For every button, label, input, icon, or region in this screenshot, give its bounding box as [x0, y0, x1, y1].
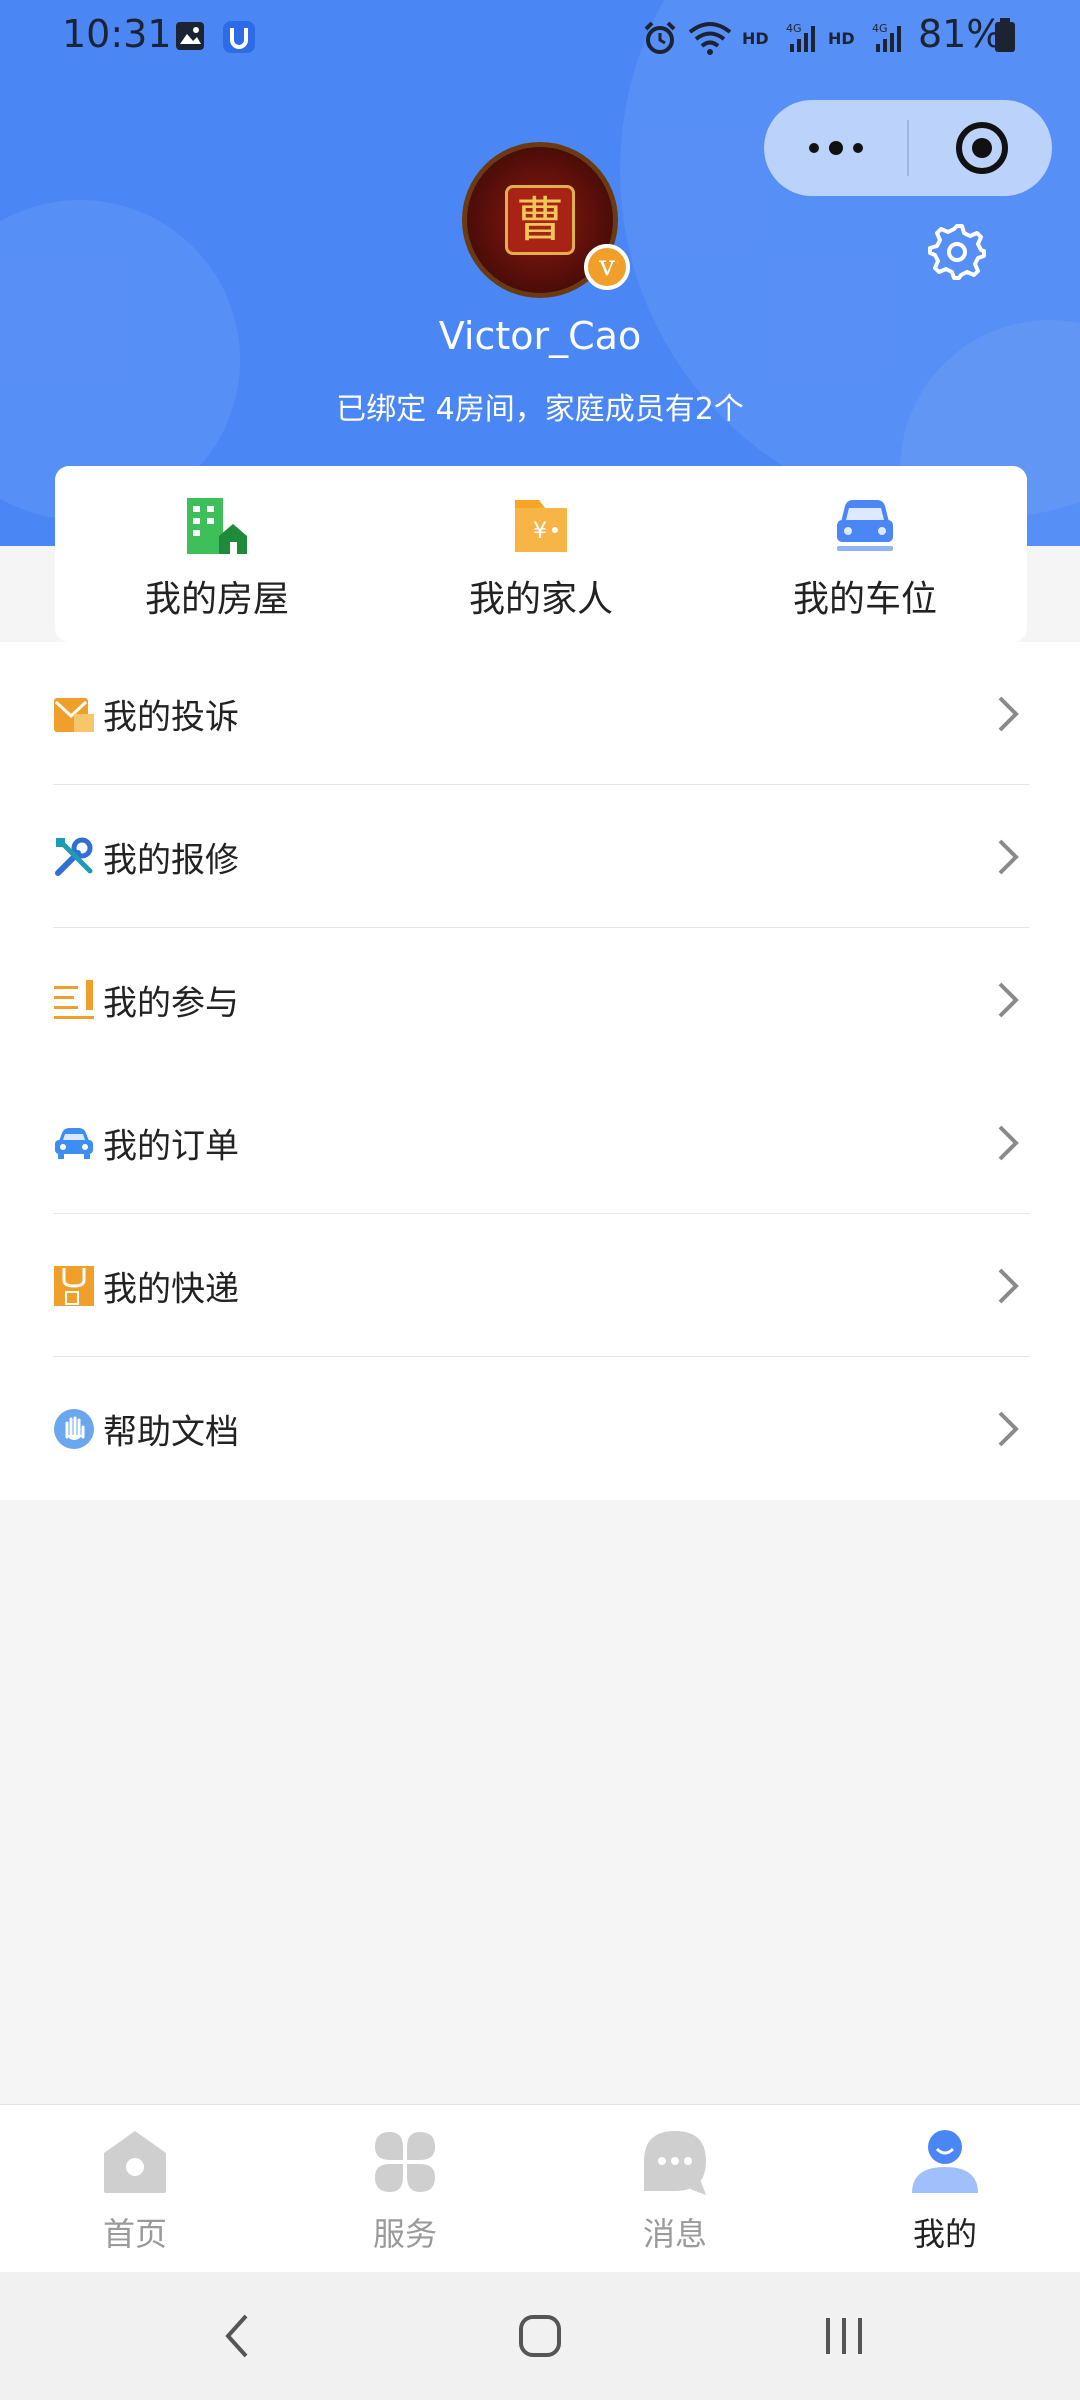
- menu-item-participation[interactable]: 我的参与: [0, 928, 1080, 1071]
- home-nav-icon[interactable]: [518, 2312, 562, 2360]
- quick-action-label: 我的家人: [468, 579, 613, 620]
- image-icon: [176, 22, 204, 50]
- tab-messages[interactable]: 消息: [540, 2105, 810, 2272]
- complaint-envelope-icon: [54, 697, 94, 732]
- svg-text:HD: HD: [828, 29, 855, 48]
- status-bar: 10:31 HD 4G HD 4G 81%: [0, 0, 1080, 72]
- menu-item-repairs[interactable]: 我的报修: [0, 785, 1080, 928]
- profile-menu-list: 我的投诉 我的报修 我的参与 我的订单 我的快递 帮助文档: [0, 642, 1080, 1500]
- app-notification-icon: [223, 21, 255, 53]
- system-navigation-bar: [0, 2272, 1080, 2400]
- hd-signal-icon: HD 4G: [828, 22, 901, 52]
- status-time: 10:31: [62, 12, 172, 56]
- menu-item-label: 我的参与: [103, 983, 239, 1023]
- battery-icon: [995, 18, 1015, 52]
- car-order-icon: [55, 1127, 93, 1159]
- quick-action-my-house[interactable]: 我的房屋: [55, 466, 379, 642]
- tab-home[interactable]: 首页: [0, 2105, 270, 2272]
- car-icon: [837, 500, 893, 551]
- quick-action-label: 我的车位: [792, 579, 937, 620]
- tab-label: 消息: [642, 2215, 707, 2253]
- tab-label: 首页: [102, 2215, 167, 2253]
- alarm-icon: [644, 21, 676, 54]
- parcel-icon: [54, 1265, 94, 1306]
- menu-item-help[interactable]: 帮助文档: [0, 1357, 1080, 1500]
- tab-label: 服务: [372, 2215, 437, 2253]
- chevron-right-icon: [998, 839, 1019, 874]
- menu-item-label: 我的投诉: [103, 697, 239, 737]
- more-icon[interactable]: [804, 130, 868, 166]
- menu-item-label: 我的快递: [103, 1269, 239, 1309]
- quick-action-label: 我的房屋: [144, 579, 289, 620]
- message-icon: [644, 2131, 706, 2195]
- quick-actions-card: 我的房屋 ¥ 我的家人 我的车位: [55, 466, 1027, 642]
- chevron-right-icon: [998, 982, 1019, 1017]
- help-hand-icon: [54, 1408, 94, 1449]
- chevron-right-icon: [998, 696, 1019, 731]
- battery-percent: 81%: [918, 12, 1003, 56]
- chevron-right-icon: [998, 1411, 1019, 1446]
- settings-gear-icon[interactable]: [928, 222, 986, 280]
- verified-badge: v: [584, 244, 630, 290]
- svg-text:4G: 4G: [786, 22, 802, 35]
- chevron-right-icon: [998, 1125, 1019, 1160]
- repair-tools-icon: [55, 837, 93, 876]
- family-folder-icon: ¥: [515, 500, 567, 552]
- bottom-tab-bar: 首页 服务 消息 我的: [0, 2104, 1080, 2272]
- home-icon: [104, 2131, 166, 2193]
- close-miniprogram-icon[interactable]: [954, 120, 1010, 176]
- menu-item-label: 我的订单: [103, 1126, 239, 1166]
- menu-item-label: 帮助文档: [103, 1412, 239, 1452]
- bound-info-text: 已绑定 4房间，家庭成员有2个: [336, 392, 744, 427]
- capsule-divider: [907, 120, 909, 176]
- menu-item-complaints[interactable]: 我的投诉: [0, 642, 1080, 785]
- profile-header: 10:31 HD 4G HD 4G 81% 曹 v Victor_Cao 已绑定…: [0, 0, 1080, 546]
- menu-item-label: 我的报修: [103, 840, 239, 880]
- svg-text:HD: HD: [742, 29, 769, 48]
- menu-item-parcels[interactable]: 我的快递: [0, 1214, 1080, 1357]
- profile-icon: [912, 2130, 978, 2193]
- wifi-icon: [688, 22, 732, 55]
- hd-signal-icon: HD 4G: [742, 22, 815, 52]
- svg-text:4G: 4G: [872, 22, 888, 35]
- svg-text:¥: ¥: [533, 519, 547, 544]
- miniprogram-capsule: [764, 100, 1052, 196]
- recent-apps-icon[interactable]: [822, 2312, 866, 2360]
- tab-services[interactable]: 服务: [270, 2105, 540, 2272]
- menu-item-orders[interactable]: 我的订单: [0, 1071, 1080, 1214]
- tab-label: 我的: [912, 2215, 977, 2253]
- back-icon[interactable]: [222, 2312, 252, 2360]
- services-grid-icon: [375, 2132, 435, 2192]
- quick-action-my-parking[interactable]: 我的车位: [703, 466, 1027, 642]
- list-icon: [54, 979, 94, 1019]
- avatar-seal: 曹: [505, 185, 575, 255]
- tab-profile[interactable]: 我的: [810, 2105, 1080, 2272]
- chevron-right-icon: [998, 1268, 1019, 1303]
- username: Victor_Cao: [438, 314, 642, 358]
- building-icon: [187, 498, 247, 554]
- quick-action-my-family[interactable]: ¥ 我的家人: [379, 466, 703, 642]
